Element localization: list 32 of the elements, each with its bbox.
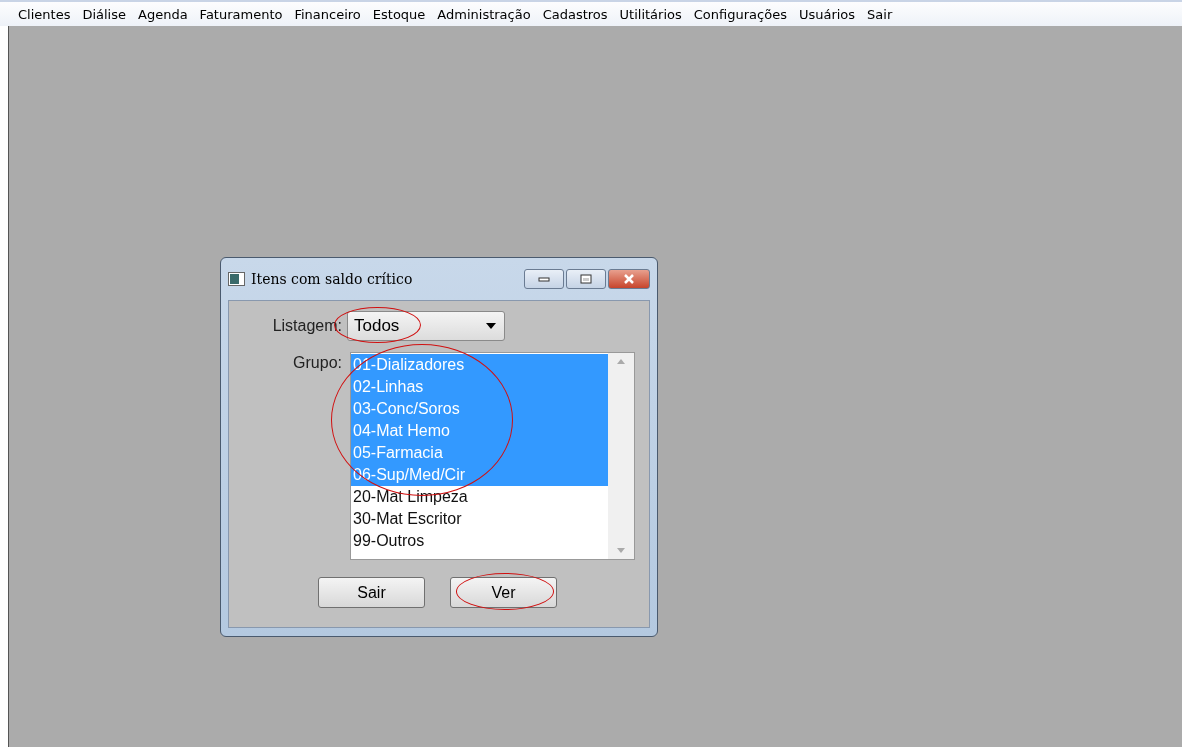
scrollbar[interactable] bbox=[608, 353, 634, 559]
maximize-button[interactable] bbox=[566, 269, 606, 289]
list-item[interactable]: 20-Mat Limpeza bbox=[351, 486, 608, 508]
list-item[interactable]: 30-Mat Escritor bbox=[351, 508, 608, 530]
minimize-icon bbox=[538, 276, 550, 282]
scroll-down-icon[interactable] bbox=[617, 548, 625, 553]
minimize-button[interactable] bbox=[524, 269, 564, 289]
grupo-label: Grupo: bbox=[292, 354, 342, 372]
menu-item[interactable]: Sair bbox=[861, 6, 899, 22]
menu-item[interactable]: Agenda bbox=[132, 6, 194, 22]
menu-item[interactable]: Faturamento bbox=[193, 6, 289, 22]
maximize-icon bbox=[580, 274, 592, 284]
scroll-up-icon[interactable] bbox=[617, 359, 625, 364]
menu-item[interactable]: Diálise bbox=[76, 6, 132, 22]
menu-item[interactable]: Administração bbox=[431, 6, 537, 22]
menu-item[interactable]: Financeiro bbox=[288, 6, 367, 22]
close-icon bbox=[623, 274, 635, 284]
menu-item[interactable]: Clientes bbox=[12, 6, 77, 22]
window-title: Itens com saldo crítico bbox=[251, 271, 414, 287]
list-item[interactable]: 99-Outros bbox=[351, 530, 608, 552]
caret-icon bbox=[486, 323, 496, 329]
menu-item[interactable]: Configurações bbox=[687, 6, 793, 22]
menu-item[interactable]: Usuários bbox=[792, 6, 862, 22]
menu-item[interactable]: Estoque bbox=[366, 6, 432, 22]
dialog-button[interactable]: Ver bbox=[450, 577, 557, 608]
menu-item[interactable]: Utilitários bbox=[613, 6, 688, 22]
window-icon bbox=[228, 272, 245, 286]
menu-item[interactable]: Cadastros bbox=[536, 6, 614, 22]
dialog-button[interactable]: Sair bbox=[318, 577, 425, 608]
listagem-dropdown[interactable]: Todos bbox=[347, 311, 505, 341]
listagem-label: Listagem: bbox=[271, 317, 342, 335]
close-button[interactable] bbox=[608, 269, 650, 289]
